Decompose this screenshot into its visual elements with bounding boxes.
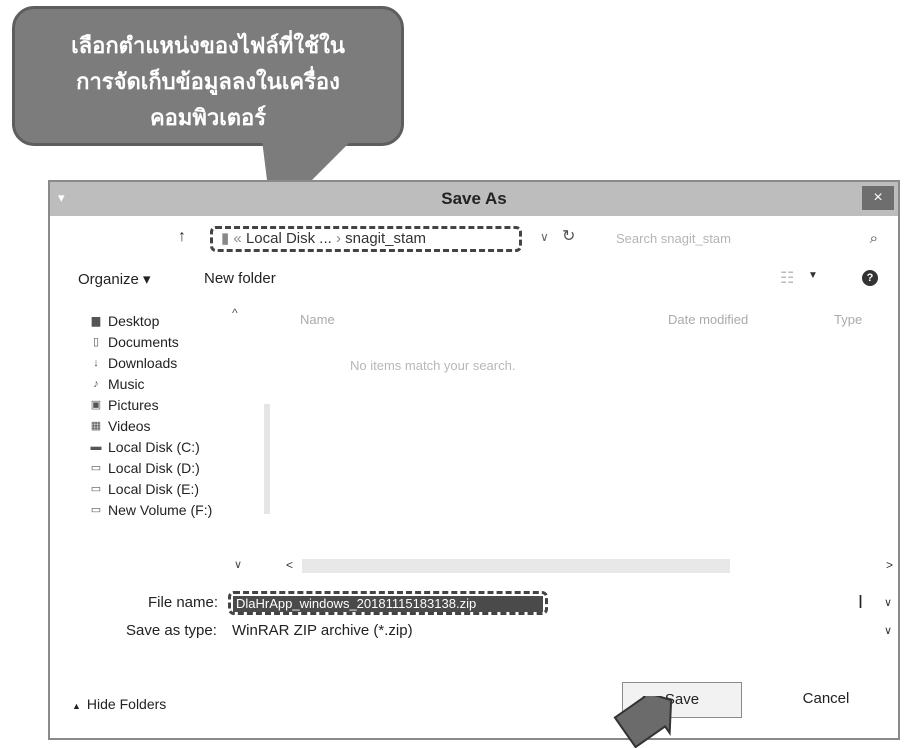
drive-icon: ▭ — [90, 483, 102, 495]
sidebar-item-label: Local Disk (E:) — [108, 480, 200, 497]
column-date-modified[interactable]: Date modified — [668, 312, 748, 327]
address-bar[interactable]: ▮ « Local Disk ... › snagit_stam — [210, 226, 522, 252]
documents-icon: ▯ — [92, 336, 100, 348]
sidebar-scrollbar[interactable] — [264, 404, 270, 514]
collapse-triangle-icon: ▲ — [72, 701, 81, 711]
pointer-arrow-icon — [613, 696, 673, 748]
hide-folders-button[interactable]: ▲ Hide Folders — [72, 696, 166, 712]
sidebar-item-new-volume-f[interactable]: ▭ New Volume (F:) — [88, 499, 268, 520]
text-cursor-icon: I — [858, 592, 864, 612]
dialog-title: Save As — [441, 189, 507, 208]
sidebar-item-videos[interactable]: ▦ Videos — [88, 415, 268, 436]
toolbar: Organize ▾ New folder ☷ ▼ ? — [50, 262, 898, 298]
sidebar-item-label: Downloads — [108, 354, 178, 371]
search-icon: ⌕ — [869, 230, 878, 247]
videos-icon: ▦ — [90, 420, 102, 432]
breadcrumb-local-disk[interactable]: Local Disk ... — [246, 230, 332, 247]
view-chevron-icon[interactable]: ▼ — [808, 270, 818, 281]
chevron-down-icon[interactable]: ∨ — [234, 558, 242, 571]
hide-folders-label: Hide Folders — [86, 696, 167, 712]
sidebar-item-label: Documents — [108, 333, 179, 350]
sidebar-item-label: Pictures — [108, 396, 159, 413]
help-icon[interactable]: ? — [862, 270, 878, 286]
sidebar-item-documents[interactable]: ▯ Documents — [88, 331, 268, 352]
folder-icon: ▮ — [221, 230, 234, 247]
desktop-icon: ▆ — [91, 315, 101, 327]
navigation-bar: ↑ ▮ « Local Disk ... › snagit_stam ∨ ↻ S… — [50, 216, 898, 262]
save-as-dialog: ▾ Save As × ↑ ▮ « Local Disk ... › snagi… — [48, 180, 900, 740]
address-overflow[interactable]: « — [233, 230, 246, 247]
navigation-pane: ▆ Desktop ▯ Documents ↓ Downloads ♪ Music ▣ P… — [88, 310, 268, 520]
sidebar-item-music[interactable]: ♪ Music — [88, 373, 268, 394]
sidebar-item-desktop[interactable]: ▆ Desktop — [88, 310, 268, 331]
callout-line-3: คอมพิวเตอร์ — [149, 106, 267, 131]
title-bar: ▾ Save As × — [50, 182, 898, 216]
search-placeholder: Search snagit_stam — [616, 231, 731, 246]
pictures-icon: ▣ — [90, 399, 102, 411]
breadcrumb-separator: › — [331, 230, 346, 247]
save-type-label: Save as type: — [126, 622, 217, 639]
sidebar-item-label: Local Disk (D:) — [108, 459, 200, 476]
sidebar-item-local-disk-e[interactable]: ▭ Local Disk (E:) — [88, 478, 268, 499]
file-name-value[interactable]: DlaHrApp_windows_20181115183138.zip — [233, 596, 543, 612]
scroll-right-icon[interactable]: > — [886, 558, 893, 572]
chevron-down-icon[interactable]: ∨ — [540, 230, 549, 244]
scroll-left-icon[interactable]: < — [286, 558, 293, 572]
view-options-icon[interactable]: ☷ — [780, 268, 794, 288]
sidebar-item-local-disk-c[interactable]: ▬ Local Disk (C:) — [88, 436, 268, 457]
sidebar-item-local-disk-d[interactable]: ▭ Local Disk (D:) — [88, 457, 268, 478]
new-folder-button[interactable]: New folder — [204, 270, 276, 287]
chevron-down-icon[interactable]: ∨ — [884, 624, 892, 637]
file-list-header: Name Date modified Type — [278, 312, 898, 332]
drive-icon: ▭ — [90, 462, 102, 474]
chevron-down-icon[interactable]: ∨ — [884, 596, 892, 609]
drive-icon: ▬ — [90, 440, 102, 453]
breadcrumb-snagit-stam[interactable]: snagit_stam — [345, 230, 426, 247]
search-input[interactable]: Search snagit_stam ⌕ — [588, 226, 888, 252]
cancel-button[interactable]: Cancel — [766, 682, 886, 718]
sidebar-item-pictures[interactable]: ▣ Pictures — [88, 394, 268, 415]
sidebar-item-label: Local Disk (C:) — [108, 438, 200, 455]
callout-line-1: เลือกตำแหน่งของไฟล์ที่ใช้ใน — [71, 34, 345, 59]
organize-menu[interactable]: Organize ▾ — [78, 270, 151, 288]
sidebar-item-label: New Volume (F:) — [108, 501, 213, 518]
drive-icon: ▭ — [90, 504, 102, 516]
file-name-field[interactable]: DlaHrApp_windows_20181115183138.zip — [228, 591, 548, 615]
callout-line-2: การจัดเก็บข้อมูลลงในเครื่อง — [76, 70, 340, 95]
horizontal-scrollbar[interactable] — [302, 559, 730, 573]
column-name[interactable]: Name — [300, 312, 335, 327]
close-button[interactable]: × — [862, 186, 894, 210]
music-icon: ♪ — [93, 377, 99, 390]
sidebar-item-label: Music — [108, 375, 145, 392]
sidebar-item-label: Desktop — [108, 312, 160, 329]
refresh-icon[interactable]: ↻ — [562, 226, 575, 246]
sidebar-item-label: Videos — [108, 417, 151, 434]
up-arrow-icon[interactable]: ↑ — [178, 228, 186, 246]
save-type-select[interactable]: WinRAR ZIP archive (*.zip) — [232, 622, 413, 639]
empty-message: No items match your search. — [350, 358, 516, 373]
downloads-icon: ↓ — [93, 356, 99, 369]
file-name-label: File name: — [148, 594, 219, 611]
sidebar-item-downloads[interactable]: ↓ Downloads — [88, 352, 268, 373]
column-type[interactable]: Type — [834, 312, 862, 327]
callout-bubble: เลือกตำแหน่งของไฟล์ที่ใช้ใน การจัดเก็บข้… — [12, 6, 404, 146]
collapse-up-icon[interactable]: ^ — [232, 306, 238, 320]
